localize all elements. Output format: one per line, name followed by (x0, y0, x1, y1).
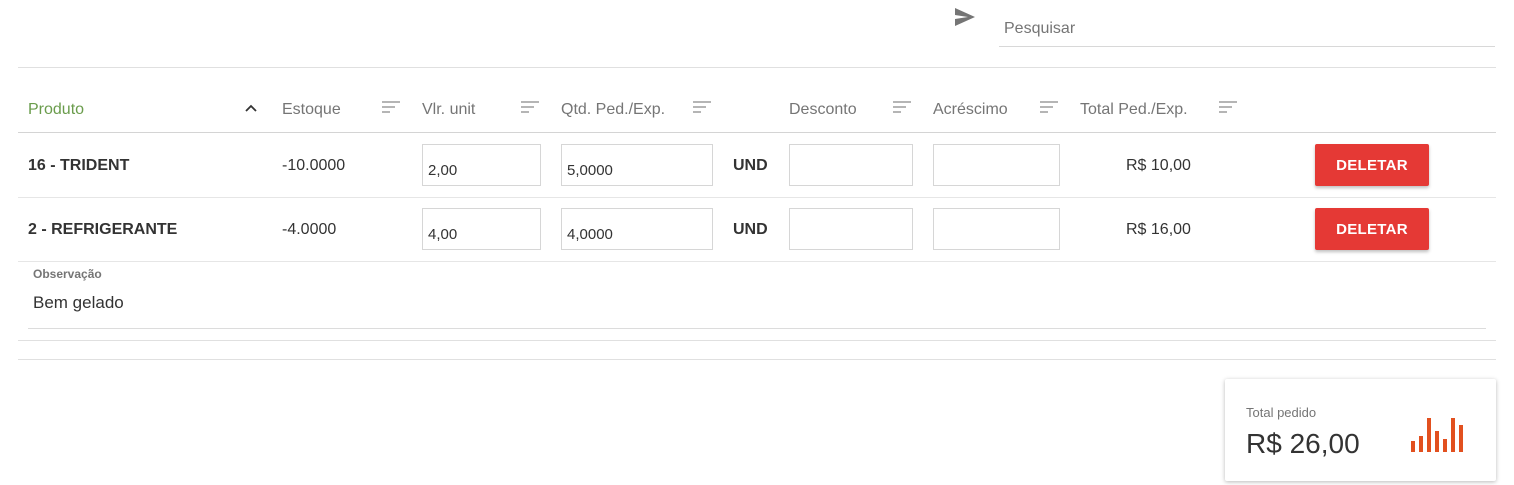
header-divider (18, 132, 1496, 133)
vlr-unit-input[interactable] (422, 208, 541, 250)
sort-icon[interactable] (693, 101, 711, 115)
row-divider (18, 261, 1496, 262)
total-value: R$ 26,00 (1246, 428, 1360, 459)
bar-chart-icon (1411, 418, 1463, 452)
sort-icon[interactable] (382, 101, 400, 115)
cell-produto: 16 - TRIDENT (28, 157, 130, 174)
observacao-value[interactable]: Bem gelado (33, 293, 124, 313)
cell-total: R$ 10,00 (1126, 157, 1191, 174)
cell-produto: 2 - REFRIGERANTE (28, 221, 178, 238)
sort-icon[interactable] (1040, 101, 1058, 115)
send-icon[interactable] (954, 7, 976, 27)
qtd-input[interactable] (561, 144, 713, 186)
sort-icon[interactable] (893, 101, 911, 115)
header-produto[interactable]: Produto (28, 100, 84, 120)
header-qtd[interactable]: Qtd. Ped./Exp. (561, 100, 665, 120)
total-card: Total pedido R$ 26,00 (1225, 379, 1496, 481)
divider (18, 67, 1496, 68)
row-divider (18, 197, 1496, 198)
cell-estoque: -4.0000 (282, 221, 337, 238)
sort-icon[interactable] (1219, 101, 1237, 115)
header-acrescimo[interactable]: Acréscimo (933, 100, 1008, 120)
header-desconto[interactable]: Desconto (789, 100, 857, 120)
header-total[interactable]: Total Ped./Exp. (1080, 100, 1188, 120)
delete-button[interactable]: DELETAR (1315, 208, 1429, 250)
delete-button[interactable]: DELETAR (1315, 144, 1429, 186)
header-estoque[interactable]: Estoque (282, 100, 341, 120)
divider (18, 359, 1496, 360)
qtd-input[interactable] (561, 208, 713, 250)
cell-unidade: UND (733, 157, 768, 174)
acrescimo-input[interactable] (933, 144, 1060, 186)
desconto-input[interactable] (789, 144, 913, 186)
observacao-underline (28, 328, 1486, 329)
cell-unidade: UND (733, 221, 768, 238)
divider (18, 340, 1496, 341)
total-label: Total pedido (1246, 405, 1317, 420)
search-bar (950, 0, 1496, 48)
cell-total: R$ 16,00 (1126, 221, 1191, 238)
search-input[interactable] (999, 0, 1495, 47)
acrescimo-input[interactable] (933, 208, 1060, 250)
vlr-unit-input[interactable] (422, 144, 541, 186)
chevron-up-icon[interactable] (245, 104, 257, 112)
desconto-input[interactable] (789, 208, 913, 250)
sort-icon[interactable] (521, 101, 539, 115)
cell-estoque: -10.0000 (282, 157, 346, 174)
observacao-label: Observação (33, 267, 102, 281)
header-vlr-unit[interactable]: Vlr. unit (422, 100, 475, 120)
